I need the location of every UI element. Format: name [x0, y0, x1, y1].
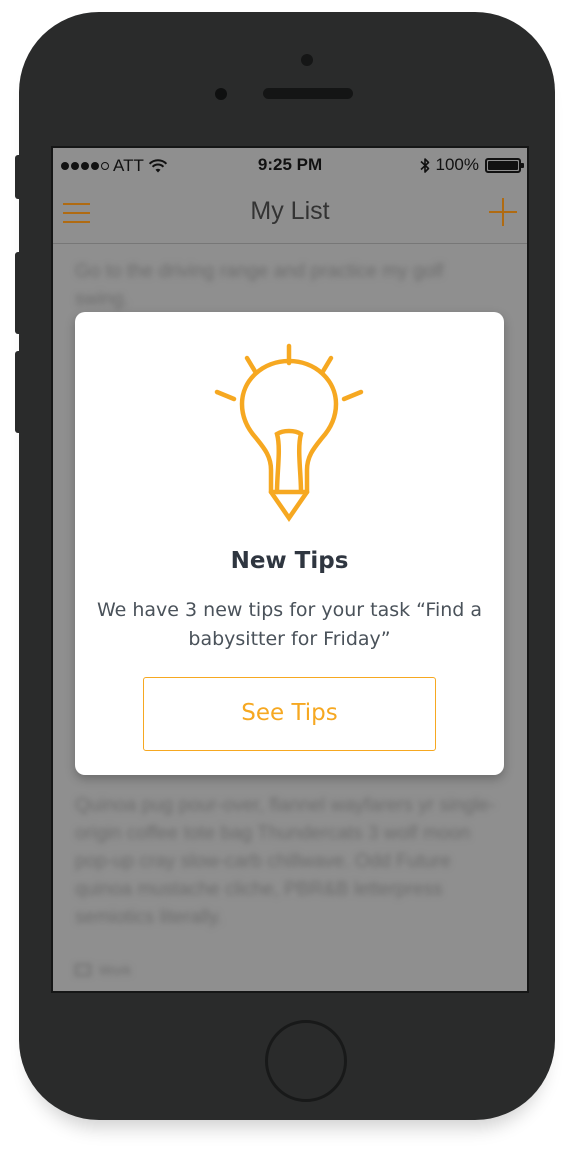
- folder-icon: [75, 964, 91, 976]
- bluetooth-icon: [419, 157, 429, 173]
- status-bar: ATT 9:25 PM 100%: [53, 148, 527, 184]
- screen: ATT 9:25 PM 100% My List Go to the drivi…: [51, 146, 529, 993]
- page-title: My List: [250, 197, 330, 225]
- list-item[interactable]: Go to the driving range and practice my …: [75, 258, 495, 314]
- tips-modal: New Tips We have 3 new tips for your tas…: [75, 312, 504, 775]
- home-button[interactable]: [265, 1020, 347, 1102]
- battery-percent: 100%: [435, 155, 479, 174]
- earpiece-speaker: [263, 88, 353, 99]
- list-item-tag: Work: [75, 956, 131, 984]
- status-right: 100%: [419, 155, 524, 175]
- nav-bar: My List: [53, 184, 527, 244]
- plus-icon[interactable]: [489, 198, 517, 226]
- see-tips-button[interactable]: See Tips: [143, 677, 436, 751]
- battery-fill: [488, 160, 518, 170]
- front-sensor: [215, 88, 227, 100]
- lightbulb-icon: [214, 343, 364, 522]
- modal-title: New Tips: [230, 548, 349, 574]
- camera: [301, 54, 313, 66]
- list-item[interactable]: Quinoa pug pour-over, flannel wayfarers …: [75, 792, 505, 932]
- modal-message: We have 3 new tips for your task “Find a…: [96, 599, 483, 650]
- tag-label: Work: [99, 962, 132, 978]
- battery-icon: [485, 157, 524, 173]
